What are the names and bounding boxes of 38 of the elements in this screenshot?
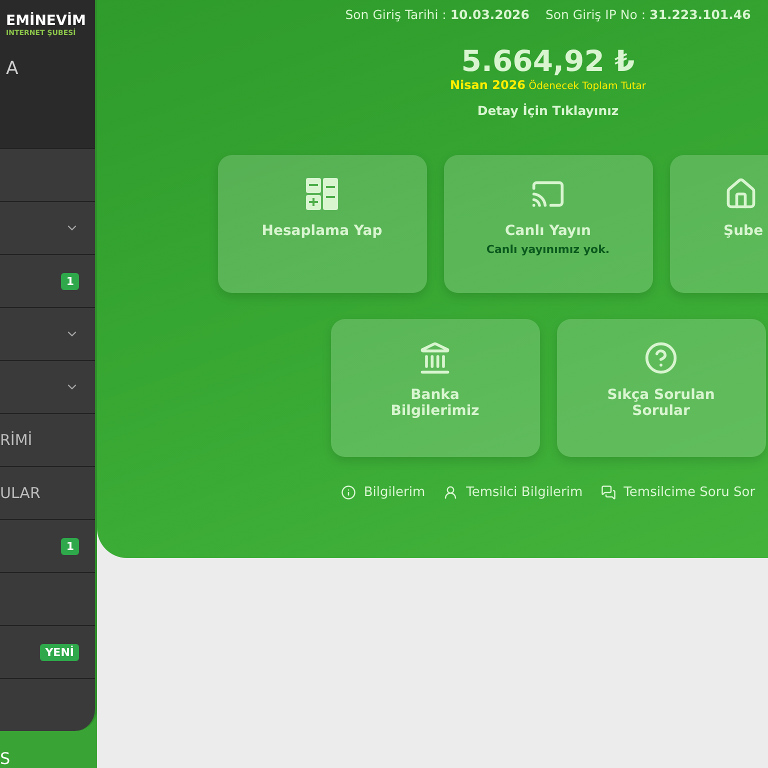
chat-icon xyxy=(600,485,616,500)
menu-label: ULAR xyxy=(0,484,40,502)
user-name: A xyxy=(6,58,18,79)
shortcut-card[interactable]: Canlı Yayın Canlı yayınımız yok. xyxy=(444,155,652,293)
total-amount: 5.664,92 ₺ xyxy=(461,44,635,78)
count-badge: YENİ xyxy=(40,644,79,660)
sidebar-item[interactable]: YENİ xyxy=(0,625,95,678)
login-info: Son Giriş IP No : 31.223.101.46 xyxy=(545,7,751,22)
user-icon xyxy=(443,485,458,500)
bank-icon xyxy=(418,341,452,375)
shortcut-card[interactable]: Hesaplama Yap xyxy=(218,155,426,293)
card-title: Şube xyxy=(724,223,764,239)
shortcut-card[interactable]: Sıkça Sorulan Sorular xyxy=(556,319,766,457)
info-icon xyxy=(340,485,356,500)
menu-label: RİMİ xyxy=(0,431,32,449)
sidebar-item[interactable]: 1 xyxy=(0,519,95,572)
sidebar-item[interactable]: ULAR xyxy=(0,466,95,519)
logo-name: EMİNEVİM xyxy=(6,14,86,29)
amount-caption: Nisan 2026 Ödenecek Toplam Tutar xyxy=(450,78,646,92)
quick-link[interactable]: Bilgilerim xyxy=(340,485,426,500)
quick-link[interactable]: Temsilcime Soru Sor xyxy=(600,485,756,500)
quick-link[interactable]: Temsilci Bilgilerim xyxy=(443,485,583,500)
menu-label[interactable]: S xyxy=(0,749,10,768)
login-info: Son Giriş Tarihi : 10.03.2026 xyxy=(345,7,530,22)
calculator-icon xyxy=(305,177,339,211)
shortcut-card[interactable]: Şube xyxy=(670,155,768,293)
card-subtitle: Canlı yayınımız yok. xyxy=(486,243,610,256)
card-title: Hesaplama Yap xyxy=(262,223,382,239)
card-title: Banka Bilgilerimiz xyxy=(390,387,480,419)
shortcut-card[interactable]: Banka Bilgilerimiz xyxy=(330,319,540,457)
count-badge: 1 xyxy=(61,272,79,290)
sidebar-item[interactable]: 1 xyxy=(0,254,95,307)
sidebar-item[interactable]: RİMİ xyxy=(0,413,95,466)
detail-link[interactable]: Detay İçin Tıklayınız xyxy=(477,103,619,118)
help-icon xyxy=(644,341,678,375)
card-title: Canlı Yayın xyxy=(505,223,591,239)
count-badge: 1 xyxy=(61,538,79,554)
card-title: Sıkça Sorulan Sorular xyxy=(606,387,716,419)
